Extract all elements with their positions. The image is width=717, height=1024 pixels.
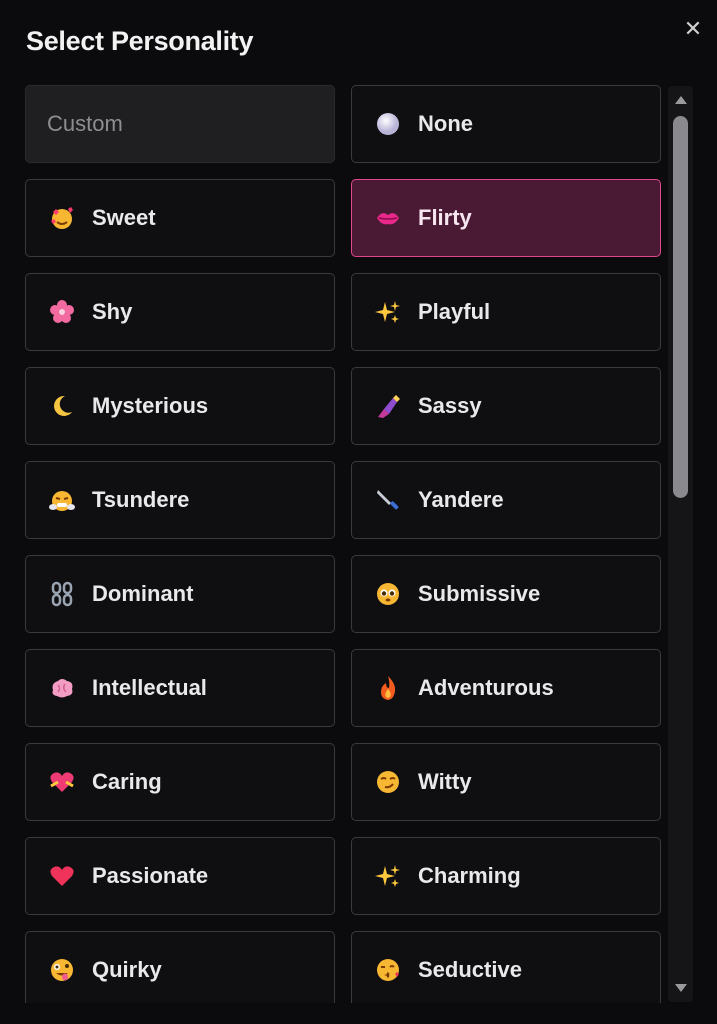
chains-icon [49,581,75,607]
personality-option-label: Adventurous [418,675,554,700]
personality-option-label: Charming [418,863,521,888]
crescent-moon-icon [49,394,75,418]
kiss-lips-icon [375,207,401,229]
fire-icon [375,675,401,701]
personality-option-sassy[interactable]: Sassy [351,367,661,445]
personality-option-label: Quirky [92,957,162,982]
brain-icon [49,676,75,700]
zany-face-icon [49,957,75,983]
personality-option-custom[interactable]: Custom [25,85,335,163]
white-circle-icon [375,112,401,136]
personality-option-submissive[interactable]: Submissive [351,555,661,633]
personality-option-intellectual[interactable]: Intellectual [25,649,335,727]
personality-option-seductive[interactable]: Seductive [351,931,661,1003]
sparkles-icon [375,299,401,325]
personality-option-passionate[interactable]: Passionate [25,837,335,915]
personality-option-shy[interactable]: Shy [25,273,335,351]
personality-option-adventurous[interactable]: Adventurous [351,649,661,727]
scrollbar[interactable] [668,86,693,1002]
pink-flower-icon [49,299,75,325]
red-heart-icon [49,864,75,888]
personality-option-label: Yandere [418,487,504,512]
personality-option-label: Dominant [92,581,194,606]
scroll-up-arrow-icon[interactable] [668,90,693,110]
kissing-face-icon [375,957,401,983]
personality-option-flirty[interactable]: Flirty [351,179,661,257]
personality-option-label: Sweet [92,205,156,230]
personality-option-none[interactable]: None [351,85,661,163]
personality-option-label: Witty [418,769,472,794]
scroll-down-arrow-icon[interactable] [668,978,693,998]
personality-option-label: Flirty [418,205,472,230]
personality-option-label: Playful [418,299,491,324]
personality-option-quirky[interactable]: Quirky [25,931,335,1003]
personality-option-yandere[interactable]: Yandere [351,461,661,539]
personality-option-dominant[interactable]: Dominant [25,555,335,633]
personality-option-label: Submissive [418,581,541,606]
smiling-hearts-face-icon [49,205,75,231]
personality-option-label: Seductive [418,957,522,982]
pleading-face-icon [375,581,401,607]
personality-option-label: Sassy [418,393,482,418]
personality-option-mysterious[interactable]: Mysterious [25,367,335,445]
nail-polish-icon [375,393,401,419]
personality-option-label: Passionate [92,863,209,888]
close-icon[interactable]: ✕ [681,17,705,41]
scrollbar-thumb[interactable] [673,116,688,498]
personality-option-label: None [418,111,473,136]
personality-grid: Custom None Sweet Flirty Shy Playful Mysteriou… [25,85,662,1003]
heart-with-ribbon-icon [49,770,75,794]
personality-option-sweet[interactable]: Sweet [25,179,335,257]
personality-option-tsundere[interactable]: Tsundere [25,461,335,539]
personality-option-caring[interactable]: Caring [25,743,335,821]
personality-option-label: Caring [92,769,162,794]
personality-option-label: Shy [92,299,133,324]
personality-option-label: Custom [47,111,123,136]
dialog-title: Select Personality [26,26,254,56]
steam-face-icon [49,487,75,513]
personality-option-playful[interactable]: Playful [351,273,661,351]
personality-option-label: Intellectual [92,675,207,700]
knife-icon [375,487,401,513]
sparkles-icon [375,863,401,889]
personality-option-witty[interactable]: Witty [351,743,661,821]
personality-option-label: Mysterious [92,393,209,418]
smirking-face-icon [375,769,401,795]
personality-option-label: Tsundere [92,487,190,512]
personality-option-charming[interactable]: Charming [351,837,661,915]
